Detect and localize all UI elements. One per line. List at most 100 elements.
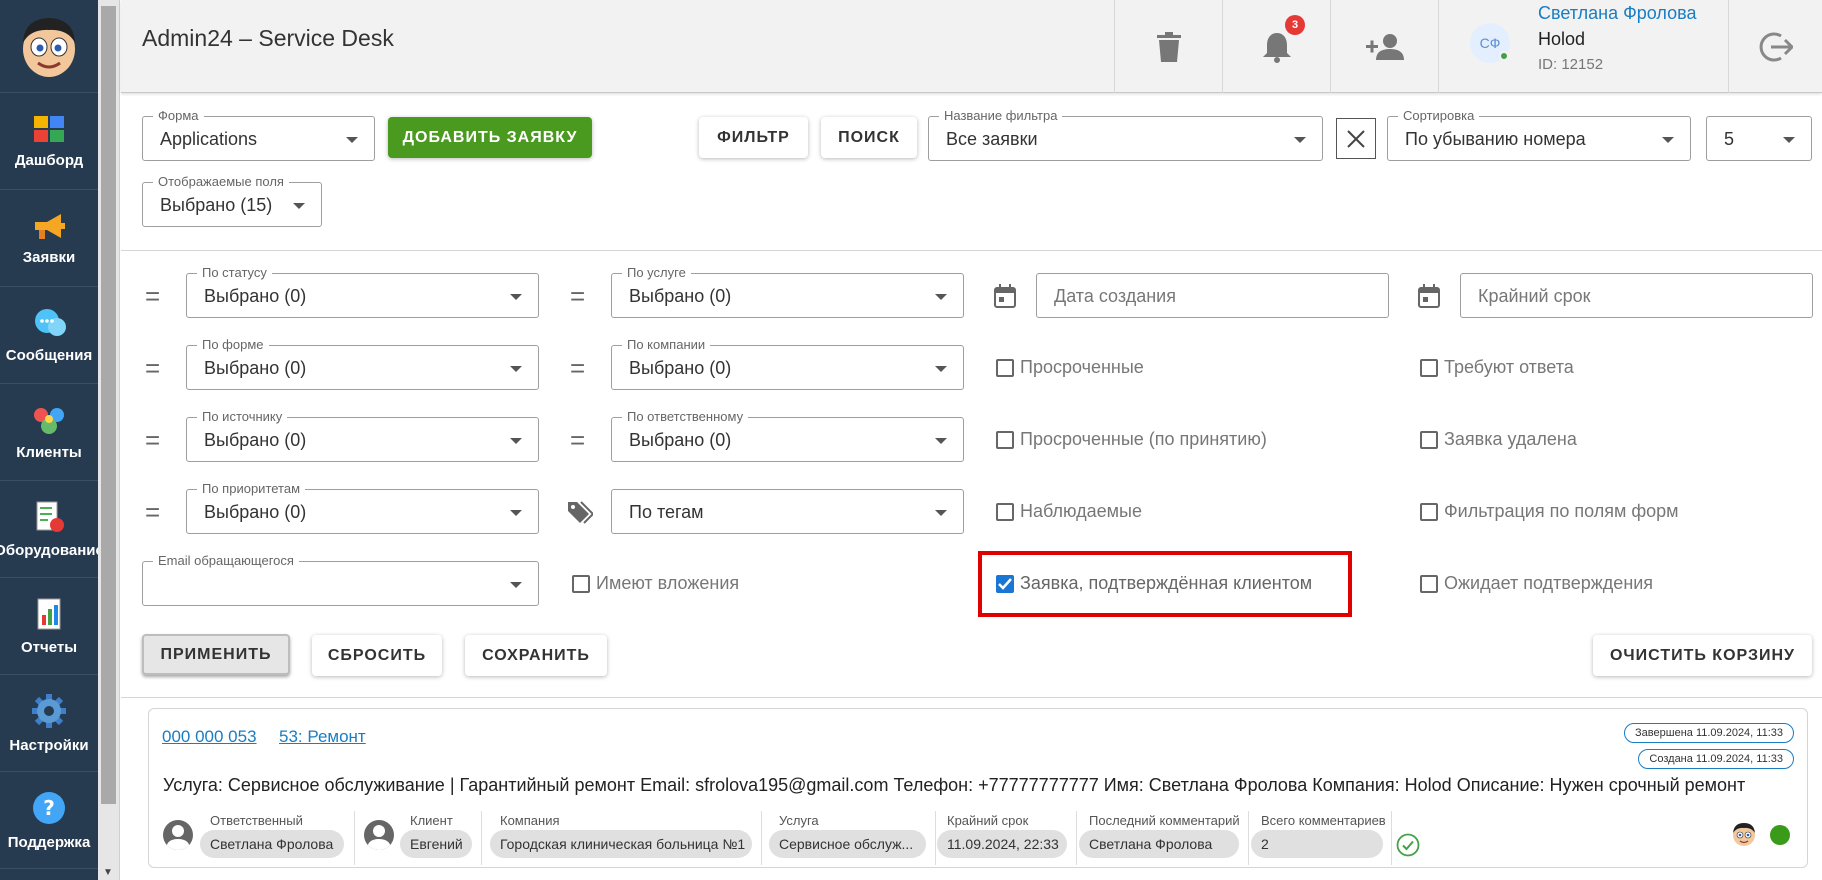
- scrollbar-thumb[interactable]: [101, 6, 116, 804]
- gear-icon: [32, 693, 66, 728]
- meta-separator: [761, 811, 762, 865]
- clients-icon: [34, 407, 64, 434]
- deadline-placeholder: Крайний срок: [1478, 286, 1591, 306]
- filter-button[interactable]: ФИЛЬТР: [699, 117, 808, 158]
- service-filter-label: По услуге: [622, 265, 691, 281]
- save-button[interactable]: СОХРАНИТЬ: [465, 635, 607, 676]
- scroll-down-arrow-icon[interactable]: ▼: [103, 867, 113, 878]
- checkbox-box[interactable]: [996, 430, 1014, 449]
- ticket-number-link[interactable]: 000 000 053: [162, 727, 257, 747]
- overdue-checkbox[interactable]: Просроченные: [996, 357, 1144, 378]
- need-reply-checkbox[interactable]: Требуют ответа: [1420, 357, 1574, 378]
- reset-button[interactable]: СБРОСИТЬ: [312, 635, 442, 676]
- displayed-fields-value: Выбрано (15): [160, 195, 273, 215]
- checkbox-box[interactable]: [1420, 430, 1438, 449]
- divider: [121, 250, 1822, 251]
- add-request-button[interactable]: ДОБАВИТЬ ЗАЯВКУ: [388, 117, 592, 158]
- app-logo[interactable]: [0, 0, 98, 93]
- add-user-button[interactable]: [1330, 0, 1438, 93]
- add-user-icon: [1365, 33, 1404, 60]
- created-date-input[interactable]: Дата создания: [1036, 273, 1389, 318]
- deleted-checkbox[interactable]: Заявка удалена: [1420, 429, 1577, 450]
- user-name[interactable]: Светлана Фролова: [1538, 3, 1696, 24]
- checkbox-box[interactable]: [1420, 574, 1438, 593]
- equals-operator-icon[interactable]: =: [145, 427, 160, 453]
- calendar-icon[interactable]: [994, 284, 1016, 308]
- chevron-down-icon: [510, 510, 522, 516]
- nav-requests[interactable]: Заявки: [0, 190, 98, 287]
- equals-operator-icon[interactable]: =: [145, 283, 160, 309]
- source-filter[interactable]: По источнику Выбрано (0): [186, 409, 539, 462]
- nav-clients[interactable]: Клиенты: [0, 384, 98, 481]
- responsible-filter[interactable]: По ответственному Выбрано (0): [611, 409, 964, 462]
- logout-icon: [1759, 32, 1793, 61]
- status-filter[interactable]: По статусу Выбрано (0): [186, 265, 539, 318]
- clear-trash-button[interactable]: ОЧИСТИТЬ КОРЗИНУ: [1593, 635, 1812, 676]
- email-filter[interactable]: Email обращающегося: [142, 553, 539, 606]
- equals-operator-icon[interactable]: =: [570, 355, 585, 381]
- search-button[interactable]: ПОИСК: [821, 117, 917, 158]
- tags-filter[interactable]: По тегам: [611, 489, 964, 534]
- nav-equipment[interactable]: Оборудование: [0, 481, 98, 578]
- deadline-input[interactable]: Крайний срок: [1460, 273, 1813, 318]
- sort-value: По убыванию номера: [1405, 129, 1586, 149]
- checkbox-box[interactable]: [996, 358, 1014, 377]
- meta-separator: [935, 811, 936, 865]
- chevron-down-icon: [935, 294, 947, 300]
- watched-checkbox[interactable]: Наблюдаемые: [996, 501, 1142, 522]
- service-filter[interactable]: По услуге Выбрано (0): [611, 265, 964, 318]
- nav-messages[interactable]: Сообщения: [0, 287, 98, 384]
- page-size-select[interactable]: 5: [1706, 116, 1812, 161]
- meta-label: Последний комментарий: [1089, 813, 1240, 828]
- highlight-box: [978, 551, 1352, 617]
- close-icon: [1347, 129, 1365, 148]
- form-filter[interactable]: По форме Выбрано (0): [186, 337, 539, 390]
- source-filter-label: По источнику: [197, 409, 288, 425]
- nav-support[interactable]: ? Поддержка: [0, 772, 98, 869]
- nav-reports[interactable]: Отчеты: [0, 578, 98, 675]
- meta-value: Городская клиническая больница №1: [490, 830, 752, 858]
- checkbox-box[interactable]: [572, 574, 590, 593]
- page-size-value: 5: [1724, 129, 1735, 149]
- checkbox-box[interactable]: [996, 502, 1014, 521]
- clear-filter-button[interactable]: [1336, 118, 1376, 159]
- filter-name-label: Название фильтра: [939, 108, 1063, 124]
- nav-dashboard[interactable]: Дашборд: [0, 93, 98, 190]
- attachments-checkbox[interactable]: Имеют вложения: [572, 573, 739, 594]
- overdue-accept-checkbox[interactable]: Просроченные (по принятию): [996, 429, 1267, 450]
- assignee-avatar-icon[interactable]: [1731, 821, 1757, 847]
- filter-name-select[interactable]: Название фильтра Все заявки: [928, 108, 1323, 161]
- trash-button[interactable]: [1114, 0, 1222, 93]
- meta-label: Крайний срок: [947, 813, 1029, 828]
- divider: [121, 697, 1822, 698]
- equals-operator-icon[interactable]: =: [570, 427, 585, 453]
- calendar-icon[interactable]: [1418, 284, 1440, 308]
- meta-label: Ответственный: [210, 813, 303, 828]
- meta-label: Клиент: [410, 813, 453, 828]
- displayed-fields-select[interactable]: Отображаемые поля Выбрано (15): [142, 174, 322, 227]
- sidebar-scrollbar[interactable]: ▼: [98, 0, 120, 880]
- priority-filter[interactable]: По приоритетам Выбрано (0): [186, 481, 539, 534]
- nav-settings[interactable]: Настройки: [0, 675, 98, 772]
- checkbox-box[interactable]: [1420, 358, 1438, 377]
- ticket-title-link[interactable]: 53: Ремонт: [279, 727, 366, 747]
- equals-operator-icon[interactable]: =: [145, 355, 160, 381]
- source-filter-value: Выбрано (0): [204, 430, 307, 450]
- apply-button[interactable]: ПРИМЕНИТЬ: [142, 634, 290, 675]
- form-filter-value: Выбрано (0): [204, 358, 307, 378]
- awaiting-confirmation-checkbox[interactable]: Ожидает подтверждения: [1420, 573, 1653, 594]
- equals-operator-icon[interactable]: =: [145, 499, 160, 525]
- notifications-button[interactable]: 3: [1222, 0, 1330, 93]
- logout-button[interactable]: [1728, 0, 1822, 93]
- status-filter-value: Выбрано (0): [204, 286, 307, 306]
- ticket-card[interactable]: 000 000 053 53: Ремонт Завершена 11.09.2…: [148, 708, 1808, 868]
- form-select[interactable]: Форма Applications: [142, 108, 375, 161]
- megaphone-icon: [35, 213, 65, 239]
- sort-select[interactable]: Сортировка По убыванию номера: [1387, 108, 1691, 161]
- form-fields-filter-checkbox[interactable]: Фильтрация по полям форм: [1420, 501, 1679, 522]
- checkbox-box[interactable]: [1420, 502, 1438, 521]
- company-filter[interactable]: По компании Выбрано (0): [611, 337, 964, 390]
- sidebar: Дашборд Заявки Сообщения Клиенты Оборудо…: [0, 0, 98, 880]
- equals-operator-icon[interactable]: =: [570, 283, 585, 309]
- meta-separator: [354, 811, 355, 865]
